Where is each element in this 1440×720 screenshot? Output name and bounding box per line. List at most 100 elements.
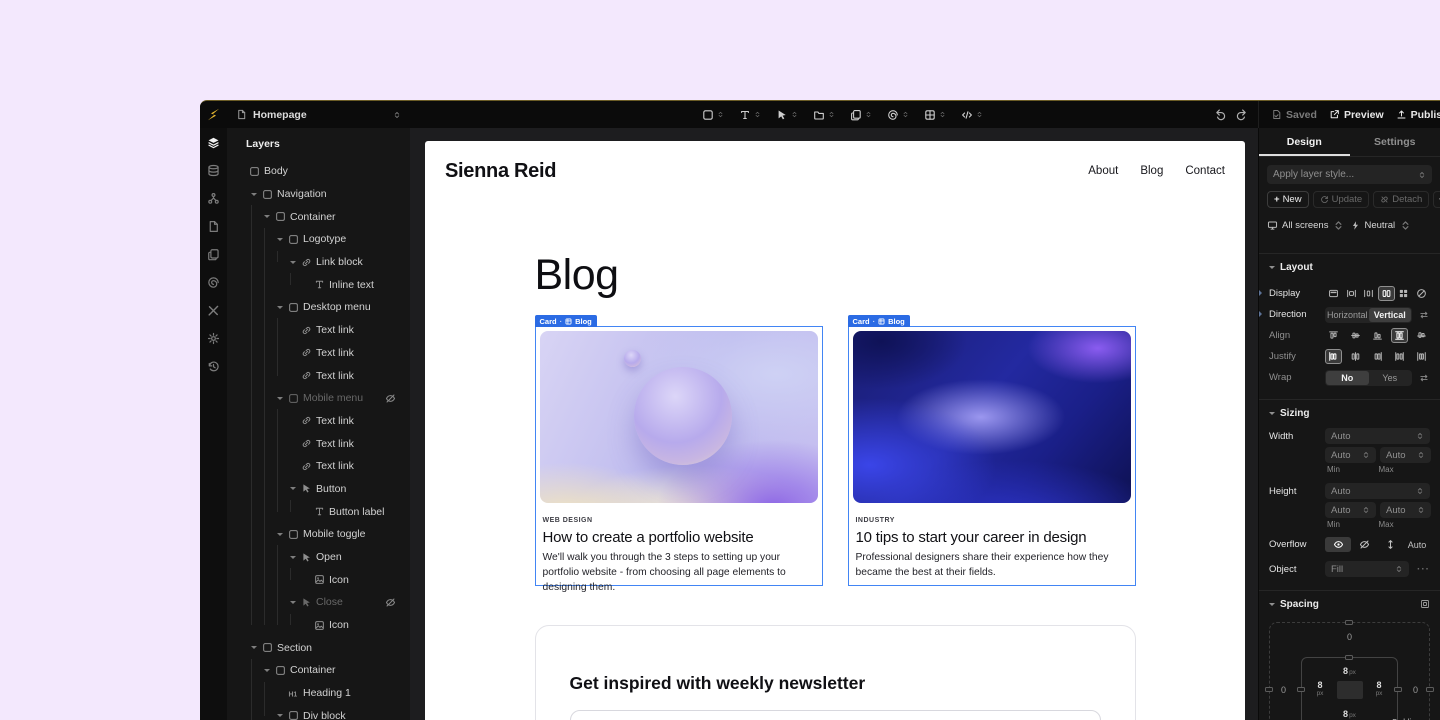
email-input[interactable] <box>570 710 1101 720</box>
component-badge[interactable]: Card·Blog <box>535 315 597 327</box>
layer-row-mobile-toggle[interactable]: Mobile toggle <box>227 523 410 546</box>
display-display-inline-button[interactable] <box>1360 286 1377 301</box>
rail-nodes-button[interactable] <box>207 192 220 205</box>
direction-horizontal[interactable]: Horizontal <box>1326 308 1369 322</box>
breakpoint-select[interactable]: All screens <box>1267 220 1350 231</box>
margin-left-value[interactable]: 0 <box>1281 685 1286 695</box>
publish-button[interactable]: Publish <box>1396 109 1440 121</box>
card-title[interactable]: 10 tips to start your career in design <box>856 529 1125 546</box>
spacing-section-header[interactable]: Spacing <box>1269 591 1430 617</box>
app-logo-icon[interactable] <box>200 101 227 128</box>
rail-tools-button[interactable] <box>207 304 220 317</box>
layer-row-text-link[interactable]: Text link <box>227 319 410 342</box>
layer-row-container[interactable]: Container <box>227 659 410 682</box>
preview-button[interactable]: Preview <box>1329 109 1384 121</box>
align-align-baseline-button[interactable] <box>1413 328 1430 343</box>
layer-row-logotype[interactable]: Logotype <box>227 228 410 251</box>
layer-row-heading-1[interactable]: H1Heading 1 <box>227 682 410 705</box>
tool-copy-button[interactable] <box>842 101 879 128</box>
layer-row-container[interactable]: Container <box>227 205 410 228</box>
rail-database-button[interactable] <box>207 164 220 177</box>
display-display-block-button[interactable] <box>1325 286 1342 301</box>
padding-bottom-value[interactable]: 8px <box>1269 709 1430 719</box>
tool-spiral-button[interactable] <box>879 101 916 128</box>
padding-left-handle[interactable] <box>1297 687 1305 692</box>
overflow-auto-button[interactable]: Auto <box>1404 537 1430 552</box>
expand-caret-icon[interactable] <box>288 601 297 604</box>
display-display-inline-block-button[interactable] <box>1343 286 1360 301</box>
width-select[interactable]: Auto <box>1325 428 1430 444</box>
margin-top-value[interactable]: 0 <box>1269 632 1430 642</box>
tool-text-button[interactable] <box>731 101 768 128</box>
more-styles-button[interactable]: ··· <box>1433 191 1440 208</box>
layer-row-text-link[interactable]: Text link <box>227 364 410 387</box>
component-badge[interactable]: Card·Blog <box>848 315 910 327</box>
card-title[interactable]: How to create a portfolio website <box>543 529 812 546</box>
expand-caret-icon[interactable] <box>275 714 284 717</box>
layer-row-open[interactable]: Open <box>227 546 410 569</box>
layer-row-text-link[interactable]: Text link <box>227 410 410 433</box>
page-preview[interactable]: Sienna Reid About Blog Contact Blog Card… <box>425 141 1245 720</box>
direction-vertical[interactable]: Vertical <box>1369 308 1412 322</box>
expand-caret-icon[interactable] <box>288 556 297 559</box>
tab-design[interactable]: Design <box>1259 128 1350 156</box>
spacing-grid-icon[interactable] <box>1420 599 1430 609</box>
layer-row-button-label[interactable]: Button label <box>227 500 410 523</box>
wrap-no[interactable]: No <box>1326 371 1369 385</box>
margin-right-handle[interactable] <box>1426 687 1434 692</box>
object-fit-select[interactable]: Fill <box>1325 561 1409 577</box>
expand-caret-icon[interactable] <box>288 261 297 264</box>
rail-page-button[interactable] <box>207 220 220 233</box>
height-select[interactable]: Auto <box>1325 483 1430 499</box>
layer-row-text-link[interactable]: Text link <box>227 342 410 365</box>
expand-caret-icon[interactable] <box>262 669 271 672</box>
width-min-select[interactable]: Auto <box>1325 447 1376 463</box>
display-display-none-button[interactable] <box>1413 286 1430 301</box>
align-align-end-button[interactable] <box>1369 328 1386 343</box>
justify-justify-start-button[interactable] <box>1325 349 1342 364</box>
layer-row-link-block[interactable]: Link block <box>227 251 410 274</box>
layer-row-icon[interactable]: Icon <box>227 614 410 637</box>
layer-row-navigation[interactable]: Navigation <box>227 183 410 206</box>
padding-left-value[interactable]: 8px <box>1311 680 1329 698</box>
align-align-start-button[interactable] <box>1325 328 1342 343</box>
layer-row-text-link[interactable]: Text link <box>227 455 410 478</box>
justify-justify-between-button[interactable] <box>1391 349 1408 364</box>
layer-row-body[interactable]: Body <box>227 160 410 183</box>
tool-cursor-button[interactable] <box>768 101 805 128</box>
blog-card[interactable]: Card·BlogINDUSTRY10 tips to start your c… <box>848 326 1136 586</box>
expand-caret-icon[interactable] <box>275 397 284 400</box>
width-max-select[interactable]: Auto <box>1380 447 1431 463</box>
content-box[interactable] <box>1337 681 1363 699</box>
layer-row-icon[interactable]: Icon <box>227 568 410 591</box>
site-logo-text[interactable]: Sienna Reid <box>445 160 556 183</box>
expand-caret-icon[interactable] <box>288 487 297 490</box>
padding-top-value[interactable]: 8px <box>1269 666 1430 676</box>
tool-folder-button[interactable] <box>805 101 842 128</box>
tool-code-button[interactable] <box>953 101 990 128</box>
state-select[interactable]: Neutral <box>1350 220 1433 231</box>
height-min-select[interactable]: Auto <box>1325 502 1376 518</box>
align-align-center-button[interactable] <box>1347 328 1364 343</box>
swap-icon[interactable] <box>1417 310 1430 320</box>
layer-row-section[interactable]: Section <box>227 636 410 659</box>
eye-off-icon[interactable] <box>385 597 396 608</box>
new-style-button[interactable]: +New <box>1267 191 1309 208</box>
expand-caret-icon[interactable] <box>249 646 258 649</box>
detach-style-button[interactable]: Detach <box>1373 191 1429 208</box>
overflow-scroll-v-button[interactable] <box>1378 537 1404 552</box>
page-selector[interactable]: Homepage <box>227 101 410 128</box>
expand-caret-icon[interactable] <box>275 238 284 241</box>
margin-left-handle[interactable] <box>1265 687 1273 692</box>
layout-section-header[interactable]: Layout <box>1269 254 1430 280</box>
nav-link-contact[interactable]: Contact <box>1185 165 1225 177</box>
eye-off-icon[interactable] <box>385 393 396 404</box>
overflow-eye-off-button[interactable] <box>1351 537 1377 552</box>
update-style-button[interactable]: Update <box>1313 191 1370 208</box>
padding-right-handle[interactable] <box>1394 687 1402 692</box>
layer-row-button[interactable]: Button <box>227 478 410 501</box>
tool-table-button[interactable] <box>916 101 953 128</box>
rail-history-button[interactable] <box>207 360 220 373</box>
redo-button[interactable] <box>1235 108 1248 121</box>
padding-top-handle[interactable] <box>1345 655 1353 660</box>
